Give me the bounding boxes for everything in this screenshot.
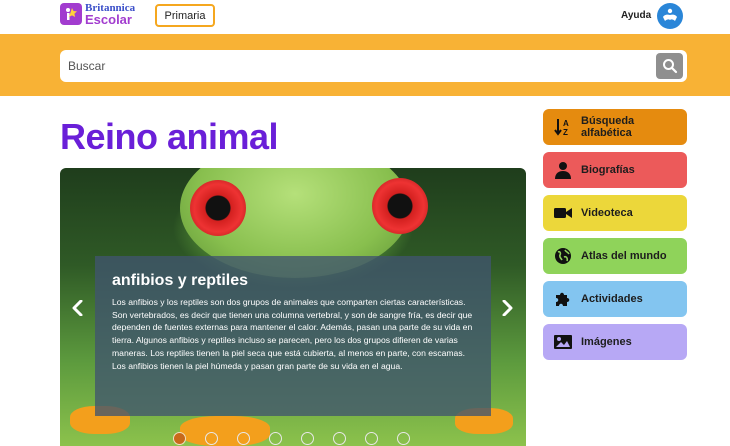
carousel-dot[interactable] — [333, 432, 346, 445]
slide-caption: anfibios y reptiles Los anfibios y los r… — [95, 256, 491, 416]
category-label: Biografías — [581, 164, 635, 176]
carousel-dot[interactable] — [173, 432, 186, 445]
frog-eye-right — [372, 178, 428, 234]
category-button[interactable]: Imágenes — [543, 324, 687, 360]
carousel-dots — [173, 432, 410, 445]
carousel-dot[interactable] — [365, 432, 378, 445]
top-bar: Britannica Escolar Primaria Ayuda — [0, 0, 730, 34]
category-label: Actividades — [581, 293, 643, 305]
svg-text:Z: Z — [563, 128, 568, 137]
sort-az-icon: AZ — [553, 117, 573, 137]
help-avatar-icon[interactable] — [657, 3, 683, 29]
category-button[interactable]: Atlas del mundo — [543, 238, 687, 274]
carousel-dot[interactable] — [301, 432, 314, 445]
search-input[interactable] — [68, 50, 648, 82]
svg-text:A: A — [563, 119, 569, 128]
frog-eye-left — [190, 180, 246, 236]
help-link[interactable]: Ayuda — [621, 10, 651, 21]
globe-icon — [553, 246, 573, 266]
category-label: Imágenes — [581, 336, 632, 348]
carousel-dot[interactable] — [397, 432, 410, 445]
category-button[interactable]: A Z Búsqueda alfabética — [543, 109, 687, 145]
chevron-left-icon — [72, 300, 83, 316]
carousel-prev-button[interactable] — [69, 300, 85, 316]
category-label: Atlas del mundo — [581, 250, 667, 262]
puzzle-icon — [553, 289, 573, 309]
search-bar — [60, 50, 687, 82]
category-button[interactable]: Actividades — [543, 281, 687, 317]
search-icon — [662, 59, 677, 74]
person-icon — [553, 160, 573, 180]
carousel-next-button[interactable] — [500, 300, 516, 316]
carousel-dot[interactable] — [205, 432, 218, 445]
category-label: Búsqueda alfabética — [581, 115, 635, 139]
carousel: anfibios y reptiles Los anfibios y los r… — [60, 168, 526, 446]
category-label: Videoteca — [581, 207, 633, 219]
carousel-dot[interactable] — [237, 432, 250, 445]
category-button[interactable]: Videoteca — [543, 195, 687, 231]
slide-title: anfibios y reptiles — [112, 272, 249, 289]
video-camera-icon — [553, 203, 573, 223]
image-icon — [553, 332, 573, 352]
slide-text: Los anfibios y los reptiles son dos grup… — [112, 297, 473, 371]
carousel-dot[interactable] — [269, 432, 282, 445]
category-button[interactable]: Biografías — [543, 152, 687, 188]
logo-mark-icon — [60, 3, 82, 25]
chevron-right-icon — [502, 300, 513, 316]
page-title: Reino animal — [60, 116, 279, 157]
britannica-logo[interactable]: Britannica Escolar — [60, 3, 135, 27]
level-button[interactable]: Primaria — [155, 4, 215, 27]
logo-text-bottom: Escolar — [85, 12, 132, 27]
search-button[interactable] — [656, 53, 683, 79]
